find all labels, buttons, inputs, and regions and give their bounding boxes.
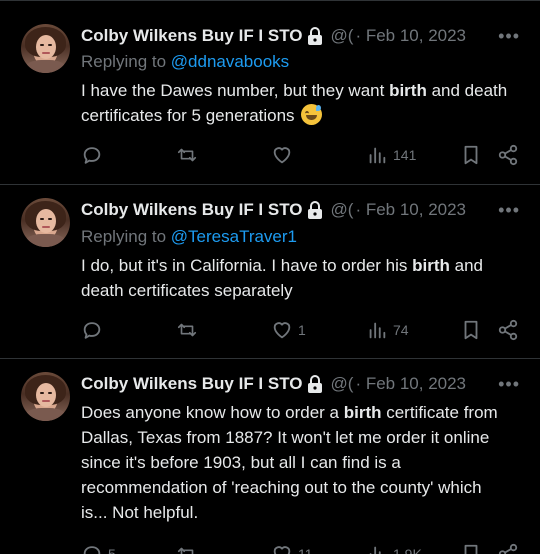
more-options-icon[interactable]: •••	[498, 24, 520, 48]
retweet-button[interactable]	[176, 318, 203, 342]
views-icon	[369, 322, 386, 339]
display-name[interactable]: Colby Wilkens Buy IF I STO	[81, 26, 303, 46]
view-count: 1.9K	[393, 546, 422, 554]
share-icon	[498, 144, 518, 166]
handle[interactable]: @(	[331, 200, 354, 220]
bookmark-button[interactable]	[461, 542, 481, 554]
avatar[interactable]	[21, 198, 70, 247]
bookmark-button[interactable]	[461, 318, 481, 342]
share-button[interactable]	[497, 143, 519, 167]
reply-button[interactable]	[81, 143, 108, 167]
avatar[interactable]	[21, 372, 70, 421]
tweet-header: Colby Wilkens Buy IF I STO @( · Feb 10, …	[81, 24, 466, 48]
retweet-icon	[177, 148, 197, 162]
tweet-text: Does anyone know how to order a birth ce…	[81, 403, 498, 522]
handle[interactable]: @(	[331, 374, 354, 394]
replying-to: Replying to @ddnavabooks	[81, 52, 289, 72]
like-button[interactable]: 1	[271, 318, 306, 342]
tweet-text: I have the Dawes number, but they want b…	[81, 81, 508, 125]
lock-icon	[307, 201, 323, 219]
reply-icon	[83, 147, 101, 164]
retweet-button[interactable]	[176, 542, 203, 554]
timestamp[interactable]: · Feb 10, 2023	[355, 374, 466, 394]
like-button[interactable]	[271, 143, 298, 167]
like-count: 1	[298, 322, 306, 338]
share-button[interactable]	[497, 318, 519, 342]
tweet-2[interactable]: Colby Wilkens Buy IF I STO @( · Feb 10, …	[0, 184, 540, 358]
views-button[interactable]: 141	[366, 143, 416, 167]
reply-button[interactable]	[81, 318, 108, 342]
lock-icon	[307, 27, 323, 45]
view-count: 74	[393, 322, 409, 338]
replying-to: Replying to @TeresaTraver1	[81, 227, 297, 247]
replying-prefix: Replying to	[81, 227, 171, 246]
heart-icon	[273, 147, 291, 164]
tweet-header: Colby Wilkens Buy IF I STO @( · Feb 10, …	[81, 198, 466, 222]
timestamp[interactable]: · Feb 10, 2023	[355, 26, 466, 46]
retweet-icon	[177, 323, 197, 337]
avatar[interactable]	[21, 24, 70, 73]
tweet-3[interactable]: Colby Wilkens Buy IF I STO @( · Feb 10, …	[0, 358, 540, 554]
display-name[interactable]: Colby Wilkens Buy IF I STO	[81, 374, 303, 394]
bookmark-icon	[464, 544, 478, 554]
heart-icon	[273, 546, 291, 554]
reply-icon	[83, 546, 101, 554]
more-options-icon[interactable]: •••	[498, 198, 520, 222]
retweet-button[interactable]	[176, 143, 203, 167]
bookmark-icon	[464, 145, 478, 165]
share-icon	[498, 319, 518, 341]
tweet-header: Colby Wilkens Buy IF I STO @( · Feb 10, …	[81, 372, 466, 396]
replying-to-handle[interactable]: @ddnavabooks	[171, 52, 289, 71]
retweet-icon	[177, 547, 194, 554]
reply-button[interactable]: 5	[81, 542, 116, 554]
handle[interactable]: @(	[331, 26, 354, 46]
views-icon	[369, 147, 386, 164]
timestamp[interactable]: · Feb 10, 2023	[355, 200, 466, 220]
views-button[interactable]: 74	[366, 318, 409, 342]
tweet-text: I do, but it's in California. I have to …	[81, 256, 484, 300]
more-options-icon[interactable]: •••	[498, 372, 520, 396]
reply-icon	[83, 322, 101, 339]
views-icon	[369, 546, 381, 554]
sweat-smile-emoji	[301, 104, 323, 125]
like-count: 11	[298, 546, 313, 554]
view-count: 141	[393, 147, 417, 163]
bookmark-button[interactable]	[461, 143, 481, 167]
tweet-feed: Colby Wilkens Buy IF I STO @( · Feb 10, …	[0, 0, 540, 554]
display-name[interactable]: Colby Wilkens Buy IF I STO	[81, 200, 303, 220]
replying-prefix: Replying to	[81, 52, 171, 71]
share-icon	[498, 543, 518, 554]
share-button[interactable]	[497, 542, 519, 554]
tweet-1[interactable]: Colby Wilkens Buy IF I STO @( · Feb 10, …	[0, 0, 540, 184]
replying-to-handle[interactable]: @TeresaTraver1	[171, 227, 297, 246]
tweet-actions: 5 11 1.9K	[81, 542, 521, 554]
views-button[interactable]: 1.9K	[366, 542, 422, 554]
heart-icon	[273, 322, 291, 339]
bookmark-icon	[464, 320, 478, 340]
like-button[interactable]: 11	[271, 542, 313, 554]
tweet-actions: 141	[81, 143, 521, 167]
lock-icon	[307, 375, 323, 393]
reply-count: 5	[108, 546, 116, 554]
tweet-actions: 1 74	[81, 318, 521, 342]
